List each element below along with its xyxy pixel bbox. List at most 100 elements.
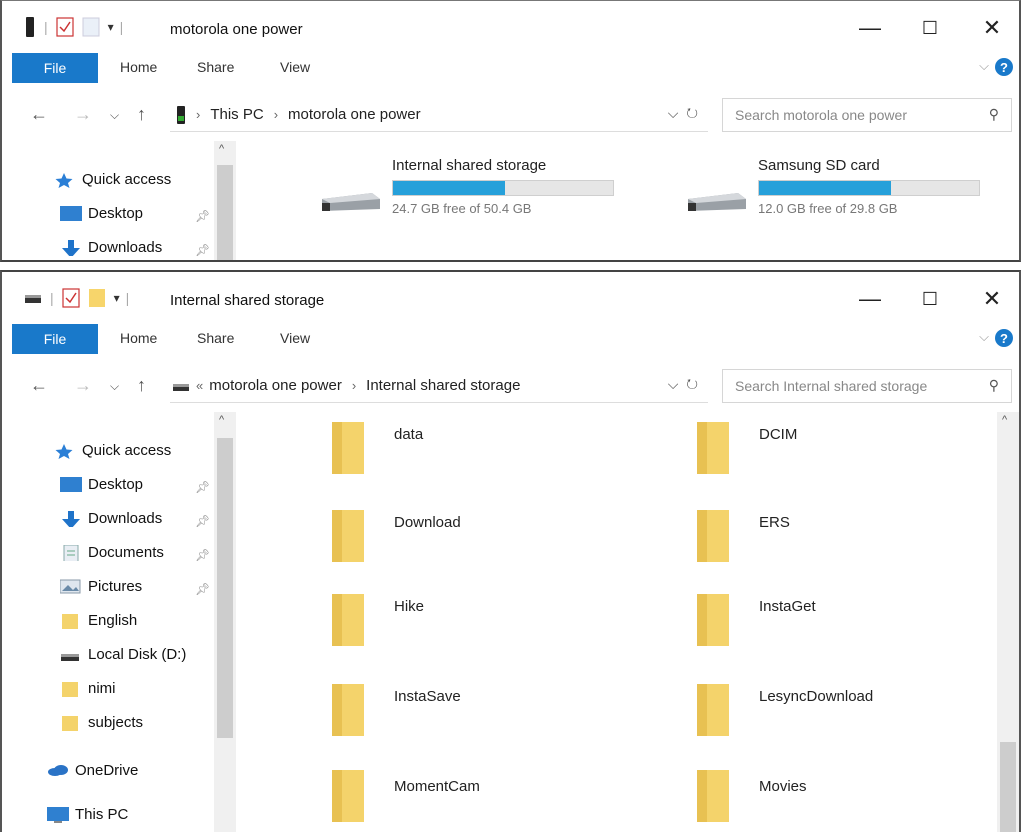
storage-fill (393, 181, 506, 195)
tab-file[interactable]: File (12, 53, 98, 83)
pin-icon[interactable]: 📌︎ (195, 514, 210, 528)
sidebar-scrollbar[interactable]: ^ (214, 141, 236, 260)
window-title: Internal shared storage (170, 292, 325, 309)
properties-icon[interactable] (62, 288, 80, 308)
forward-icon[interactable]: → (74, 104, 92, 125)
breadcrumb-motorola[interactable]: motorola one power (288, 106, 421, 123)
pin-icon[interactable]: 📌︎ (195, 209, 210, 223)
scroll-up-icon[interactable]: ^ (1002, 414, 1007, 426)
sidebar-item-documents[interactable]: Documents (60, 544, 164, 561)
scroll-up-icon[interactable]: ^ (219, 143, 224, 155)
forward-icon[interactable]: → (74, 375, 92, 396)
maximize-button[interactable]: ☐ (910, 11, 950, 45)
search-box[interactable]: Search motorola one power ⚲ (722, 98, 1012, 132)
pin-icon[interactable]: 📌︎ (195, 582, 210, 596)
refresh-icon[interactable]: ⌵ ↻ (668, 105, 698, 122)
sidebar-item-this-pc[interactable]: This PC (47, 806, 128, 823)
new-folder-icon[interactable] (82, 17, 100, 37)
breadcrumb-overflow[interactable]: « (196, 378, 203, 393)
folder-icon (332, 510, 364, 562)
phone-icon (177, 105, 185, 124)
pin-icon[interactable]: 📌︎ (195, 548, 210, 562)
breadcrumb-this-pc[interactable]: This PC (210, 106, 263, 123)
sidebar-item-subjects[interactable]: subjects (60, 714, 143, 731)
tab-view[interactable]: View (280, 59, 310, 75)
sidebar-item-quick-access[interactable]: Quick access (54, 171, 171, 188)
scroll-thumb[interactable] (217, 165, 233, 260)
close-button[interactable]: ✕ (972, 11, 1012, 45)
folder-name: Download (394, 514, 461, 531)
sidebar-item-nimi[interactable]: nimi (60, 680, 116, 697)
help-icon[interactable]: ? (995, 329, 1013, 347)
tab-view[interactable]: View (280, 330, 310, 346)
sidebar-item-quick-access[interactable]: Quick access (54, 442, 171, 459)
up-icon[interactable]: ↑ (137, 375, 146, 396)
sidebar-item-label: Quick access (82, 171, 172, 188)
desktop-icon (60, 205, 82, 221)
sidebar-item-onedrive[interactable]: OneDrive (47, 762, 138, 779)
sidebar-item-downloads[interactable]: Downloads (60, 510, 162, 527)
search-box[interactable]: Search Internal shared storage ⚲ (722, 369, 1012, 403)
separator: | (119, 19, 124, 35)
scroll-up-icon[interactable]: ^ (219, 414, 224, 426)
sidebar-item-label: nimi (88, 680, 116, 697)
refresh-icon[interactable]: ⌵ ↻ (668, 376, 698, 393)
folder-icon (332, 594, 364, 646)
pin-icon[interactable]: 📌︎ (195, 243, 210, 257)
new-folder-icon[interactable] (88, 288, 106, 308)
expand-ribbon-icon[interactable]: ⌵ (979, 329, 989, 345)
address-bar[interactable]: « motorola one power › Internal shared s… (170, 369, 708, 403)
search-placeholder: Search Internal shared storage (735, 378, 928, 394)
customize-qat-icon[interactable]: ▾ (108, 20, 114, 34)
sidebar-item-local-disk[interactable]: Local Disk (D:) (60, 646, 186, 663)
content-scrollbar[interactable]: ^ (997, 412, 1019, 832)
scroll-thumb[interactable] (217, 438, 233, 738)
tab-home[interactable]: Home (120, 330, 157, 346)
sidebar-scrollbar[interactable]: ^ (214, 412, 236, 832)
recent-locations-icon[interactable]: ⌵ (110, 108, 119, 123)
address-bar[interactable]: › This PC › motorola one power ⌵ ↻ (170, 98, 708, 132)
back-icon[interactable]: ← (30, 375, 48, 396)
properties-icon[interactable] (56, 17, 74, 37)
tab-file[interactable]: File (12, 324, 98, 354)
sidebar-item-label: Downloads (88, 239, 163, 256)
close-button[interactable]: ✕ (972, 282, 1012, 316)
tab-share[interactable]: Share (197, 59, 234, 75)
minimize-button[interactable]: — (850, 282, 890, 316)
tab-home[interactable]: Home (120, 59, 157, 75)
folder-name: LesyncDownload (759, 688, 874, 705)
expand-ribbon-icon[interactable]: ⌵ (979, 58, 989, 74)
folder-icon (697, 510, 729, 562)
sidebar-item-pictures[interactable]: Pictures (60, 578, 142, 595)
storage-bar (392, 180, 614, 196)
folder-name: InstaGet (759, 598, 816, 615)
sidebar-item-english[interactable]: English (60, 612, 137, 629)
sidebar-item-label: Downloads (88, 510, 163, 527)
search-icon: ⚲ (988, 377, 999, 393)
sidebar-item-label: Local Disk (D:) (88, 646, 187, 663)
maximize-button[interactable]: ☐ (910, 282, 950, 316)
storage-fill (759, 181, 891, 195)
pin-icon[interactable]: 📌︎ (195, 480, 210, 494)
recent-locations-icon[interactable]: ⌵ (110, 379, 119, 394)
minimize-button[interactable]: — (850, 11, 890, 45)
download-arrow-icon (62, 510, 80, 527)
up-icon[interactable]: ↑ (137, 104, 146, 125)
quick-access-toolbar: | ▾ | (24, 17, 129, 37)
scroll-thumb[interactable] (1000, 742, 1016, 832)
folder-icon (697, 422, 729, 474)
tab-share[interactable]: Share (197, 330, 234, 346)
back-icon[interactable]: ← (30, 104, 48, 125)
sidebar-item-desktop[interactable]: Desktop (60, 476, 143, 493)
help-icon[interactable]: ? (995, 58, 1013, 76)
customize-qat-icon[interactable]: ▾ (114, 291, 120, 305)
sidebar-item-desktop[interactable]: Desktop (60, 205, 143, 222)
breadcrumb-motorola[interactable]: motorola one power (209, 377, 342, 394)
separator: | (125, 290, 130, 306)
cloud-icon (48, 764, 68, 776)
folder-name: Hike (394, 598, 425, 615)
breadcrumb-internal-storage[interactable]: Internal shared storage (366, 377, 520, 394)
folder-icon (697, 770, 729, 822)
navigation-pane: Quick access Desktop 📌︎ Downloads 📌︎ Doc… (2, 412, 236, 832)
sidebar-item-downloads[interactable]: Downloads (60, 239, 162, 256)
